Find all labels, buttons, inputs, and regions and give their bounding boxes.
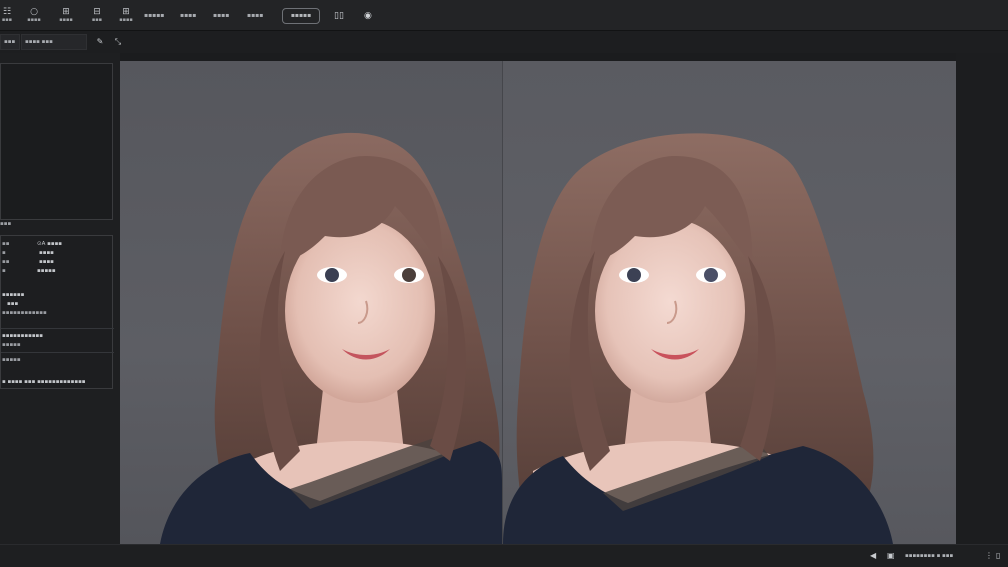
info-value-4: ▪▪▪▪▪ — [37, 268, 56, 274]
toolbar-button-5[interactable]: ⊞ ▪▪▪▪ — [117, 2, 135, 28]
toolbar-menu-4[interactable]: ▪▪▪▪ — [247, 10, 263, 22]
option-field-2[interactable]: ▪▪▪▪ ▪▪▪ — [21, 34, 87, 50]
options-bar: ▪▪▪ ▪▪▪▪ ▪▪▪ ✎ ⤡ — [0, 31, 1008, 53]
toolbar-menu-3[interactable]: ▪▪▪▪ — [213, 10, 229, 22]
toolbar-button-1[interactable]: ☷ ▪▪▪ — [0, 2, 14, 28]
image-canvas[interactable] — [120, 61, 956, 544]
info-label-3: ▪▪ — [2, 259, 10, 265]
info-line-7: ▪▪▪▪▪▪▪▪▪▪▪▪ — [2, 310, 47, 316]
status-text: ▪▪▪▪▪▪▪▪ ▪ ▪▪▪ — [905, 553, 954, 559]
info-line-8: ▪▪▪▪▪▪▪▪▪▪▪ — [2, 333, 44, 339]
pen-icon[interactable]: ✎ — [92, 35, 108, 49]
toolbar-button-2-label: ▪▪▪▪ — [27, 16, 41, 23]
info-value-2: ▪▪▪▪ — [39, 250, 54, 256]
top-toolbar: ☷ ▪▪▪ ○ ▪▪▪▪ ⊞ ▪▪▪▪ ⊟ ▪▪▪ ⊞ ▪▪▪▪ ▪▪▪▪▪ ▪… — [0, 0, 1008, 31]
info-line-9: ▪▪▪▪▪ — [2, 342, 21, 348]
previous-icon[interactable]: ◀ — [870, 550, 876, 562]
info-label-1: ▪▪ — [2, 241, 10, 247]
settings-icon[interactable]: ◉ — [364, 8, 372, 24]
view-mode-icon[interactable]: ▣ — [887, 550, 895, 562]
portrait-image-before — [160, 132, 502, 544]
navigator-preview[interactable] — [0, 63, 113, 220]
circle-icon: ○ — [30, 6, 38, 17]
toolbar-menu-2[interactable]: ▪▪▪▪ — [180, 10, 196, 22]
info-line-10: ▪▪▪▪▪ — [2, 357, 21, 363]
info-value-3: ▪▪▪▪ — [39, 259, 54, 265]
toolbar-menu-1[interactable]: ▪▪▪▪▪ — [144, 10, 164, 22]
toolbar-button-1-label: ▪▪▪ — [1, 16, 13, 23]
portrait-image-after — [503, 133, 893, 544]
toolbar-button-4-label: ▪▪▪ — [91, 16, 103, 23]
toolbar-button-2[interactable]: ○ ▪▪▪▪ — [24, 2, 44, 28]
info-section-title: ▪▪▪ — [0, 221, 12, 227]
info-label-2: ▪ — [2, 250, 6, 256]
status-bar: ◀ ▣ ▪▪▪▪▪▪▪▪ ▪ ▪▪▪ ⋮ ▯ — [0, 544, 1008, 567]
info-label-4: ▪ — [2, 268, 6, 274]
info-divider-2 — [1, 352, 114, 353]
layout-icon: ⊞ — [62, 6, 70, 17]
grid-icon: ☷ — [2, 6, 12, 17]
split-view-icon: ⊞ — [122, 6, 130, 17]
option-field-1[interactable]: ▪▪▪ — [0, 34, 20, 50]
right-panel — [956, 53, 1008, 544]
info-panel: ▪▪ ⊙A ▪▪▪▪ ▪ ▪▪▪▪ ▪▪ ▪▪▪▪ ▪ ▪▪▪▪▪ ▪▪▪▪▪▪… — [0, 235, 114, 389]
toolbar-pill-button[interactable]: ▪▪▪▪▪ — [282, 8, 320, 24]
panel-icon: ⊟ — [93, 6, 101, 17]
info-line-6: ▪▪▪ — [7, 301, 19, 307]
info-divider-1 — [1, 328, 114, 329]
panels-icon[interactable]: ▯▯ — [334, 8, 344, 24]
menu-icon[interactable]: ⋮ — [985, 550, 993, 562]
left-panel: ▪▪▪ ▪▪ ⊙A ▪▪▪▪ ▪ ▪▪▪▪ ▪▪ ▪▪▪▪ ▪ ▪▪▪▪▪ ▪▪… — [0, 53, 120, 544]
info-line-5: ▪▪▪▪▪▪ — [2, 292, 25, 298]
toolbar-button-4[interactable]: ⊟ ▪▪▪ — [88, 2, 106, 28]
before-image-pane[interactable] — [120, 61, 502, 544]
info-line-11: ▪ ▪▪▪▪ ▪▪▪ ▪▪▪▪▪▪▪▪▪▪▪▪▪ — [2, 379, 86, 385]
toolbar-button-3-label: ▪▪▪▪ — [59, 16, 73, 23]
panel-toggle-icon[interactable]: ▯ — [996, 550, 1000, 562]
info-value-1: ⊙A ▪▪▪▪ — [37, 241, 63, 247]
resize-icon[interactable]: ⤡ — [110, 35, 126, 49]
after-image-pane[interactable] — [503, 61, 956, 544]
toolbar-button-3[interactable]: ⊞ ▪▪▪▪ — [56, 2, 76, 28]
toolbar-button-5-label: ▪▪▪▪ — [119, 16, 133, 23]
